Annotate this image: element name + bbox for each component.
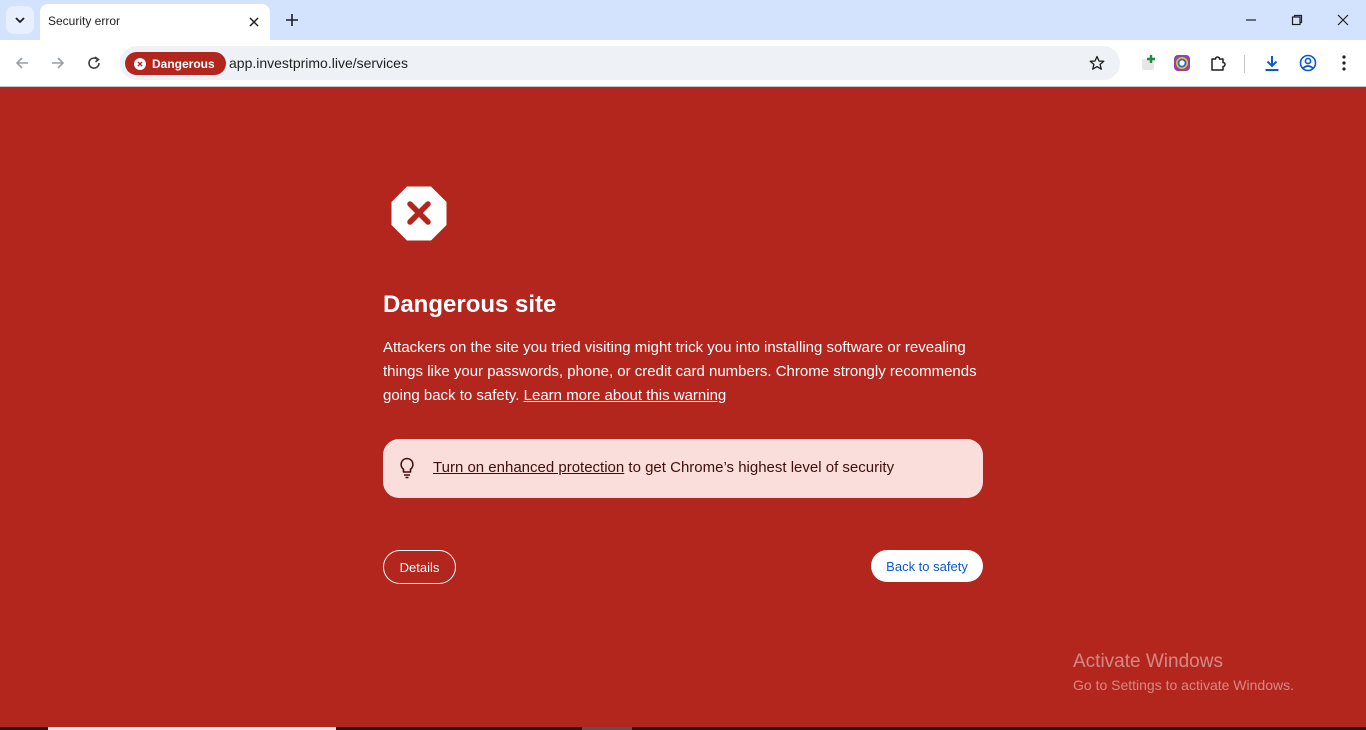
profile-button[interactable]	[1296, 51, 1320, 75]
extension-button-1[interactable]	[1136, 51, 1160, 75]
warning-description: Attackers on the site you tried visiting…	[383, 336, 983, 408]
activation-watermark-subtitle: Go to Settings to activate Windows.	[1073, 677, 1294, 693]
bookmark-button[interactable]	[1086, 52, 1108, 74]
minimize-icon	[1246, 19, 1256, 21]
tab-search-button[interactable]	[6, 6, 34, 34]
promo-text: Turn on enhanced protection to get Chrom…	[433, 459, 894, 476]
chevron-down-icon	[15, 17, 25, 24]
new-tab-button[interactable]	[280, 8, 304, 32]
color-extension-icon	[1174, 55, 1190, 71]
download-icon	[1265, 56, 1279, 71]
browser-toolbar: Dangerous app.investprimo.live/services	[0, 40, 1366, 87]
forward-button[interactable]	[45, 50, 71, 76]
minimize-button[interactable]	[1235, 6, 1267, 34]
downloads-button[interactable]	[1260, 51, 1284, 75]
address-bar[interactable]: Dangerous app.investprimo.live/services	[120, 46, 1120, 80]
puzzle-icon	[1211, 56, 1226, 71]
restore-icon	[1291, 14, 1303, 26]
plus-icon	[286, 14, 298, 26]
close-icon	[1337, 14, 1349, 26]
details-button[interactable]: Details	[383, 550, 456, 584]
danger-icon	[134, 57, 146, 70]
close-icon	[249, 17, 259, 27]
learn-more-link[interactable]: Learn more about this warning	[524, 387, 727, 404]
back-arrow-icon	[15, 57, 28, 69]
lightbulb-icon	[400, 457, 414, 479]
activation-watermark-title: Activate Windows	[1073, 651, 1223, 672]
tab-close-button[interactable]	[244, 12, 264, 32]
url-text[interactable]: app.investprimo.live/services	[229, 55, 408, 71]
star-icon	[1089, 55, 1105, 70]
toolbar-separator	[1244, 55, 1245, 73]
tab-title: Security error	[48, 14, 121, 28]
danger-shield-icon	[391, 186, 447, 241]
restore-button[interactable]	[1281, 6, 1313, 34]
chrome-menu-button[interactable]	[1332, 51, 1356, 75]
promo-rest-text: to get Chrome’s highest level of securit…	[624, 459, 895, 476]
back-button[interactable]	[9, 50, 35, 76]
kebab-menu-icon	[1342, 55, 1346, 71]
tab-strip: Security error	[0, 0, 1366, 40]
reload-button[interactable]	[81, 50, 107, 76]
back-to-safety-button[interactable]: Back to safety	[871, 550, 983, 582]
page-title: Dangerous site	[383, 291, 557, 318]
extension-add-icon	[1142, 55, 1155, 70]
reload-icon	[88, 56, 100, 69]
profile-icon	[1299, 54, 1317, 72]
security-chip[interactable]: Dangerous	[125, 52, 226, 75]
enhanced-protection-promo: Turn on enhanced protection to get Chrom…	[383, 439, 983, 498]
security-chip-label: Dangerous	[152, 56, 215, 71]
extensions-menu-button[interactable]	[1206, 51, 1230, 75]
active-tab[interactable]: Security error	[40, 4, 270, 40]
close-window-button[interactable]	[1327, 6, 1359, 34]
extension-button-2[interactable]	[1170, 51, 1194, 75]
forward-arrow-icon	[52, 57, 65, 69]
enhanced-protection-link[interactable]: Turn on enhanced protection	[433, 459, 624, 476]
